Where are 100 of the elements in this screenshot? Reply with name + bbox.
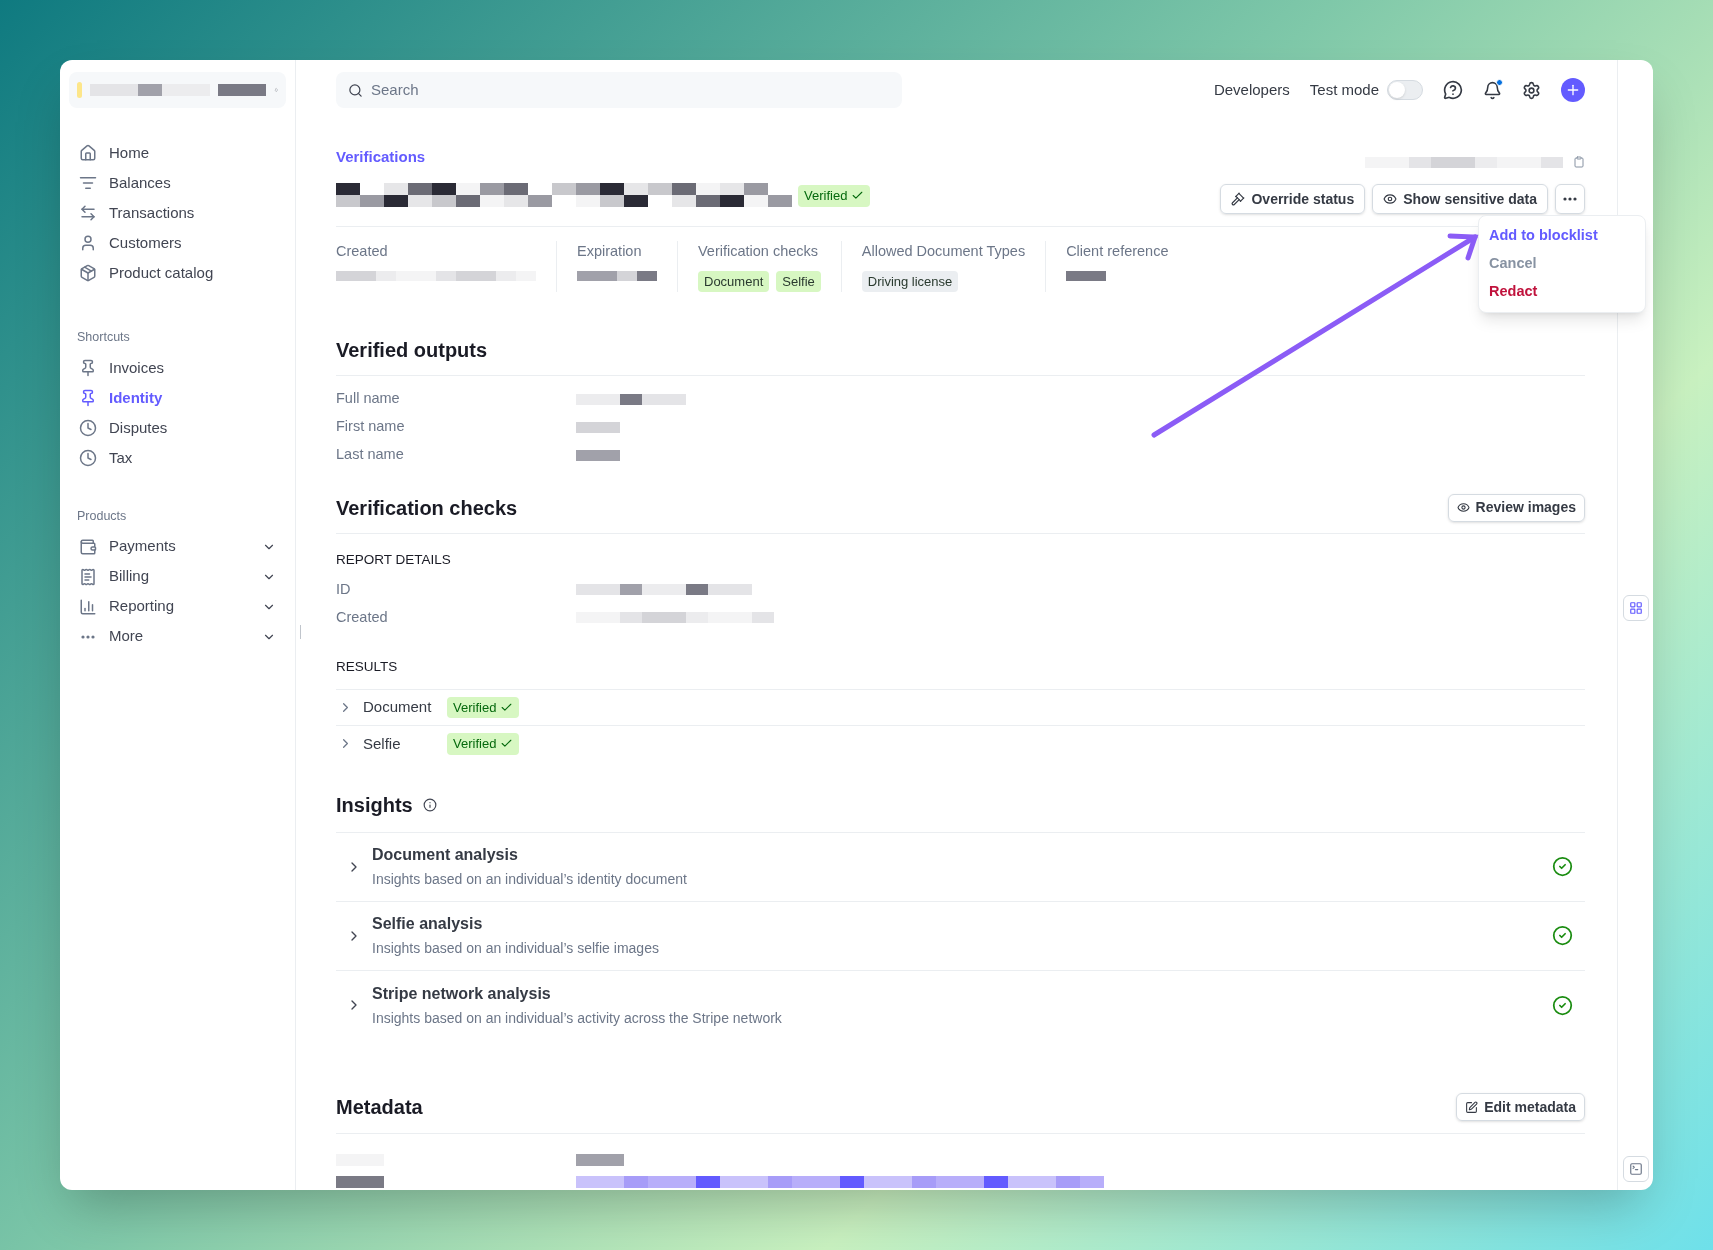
section-title: Metadata: [336, 1095, 423, 1121]
sidebar-item[interactable]: Identity: [69, 382, 286, 413]
field-label: Created: [336, 242, 389, 261]
search-icon: [348, 82, 363, 98]
review-images-button[interactable]: Review images: [1447, 493, 1585, 522]
result-row[interactable]: Document Verified: [336, 689, 1585, 726]
insight-title: Selfie analysis: [372, 914, 484, 935]
sidebar-item[interactable]: Payments: [69, 531, 286, 562]
field-label: Client reference: [1066, 242, 1169, 261]
verified-badge: Verified: [447, 733, 520, 755]
show-sensitive-data-button[interactable]: Show sensitive data: [1372, 184, 1548, 214]
box-icon: [79, 264, 97, 282]
sidebar-item[interactable]: Tax: [69, 442, 286, 473]
clock-icon: [79, 418, 97, 437]
field-label: Verification checks: [698, 242, 820, 261]
list-icon: [79, 174, 97, 192]
settings-icon[interactable]: [1522, 80, 1541, 100]
verified-badge: Verified: [798, 185, 871, 207]
field-label: Created: [336, 607, 389, 627]
more-button[interactable]: [1555, 184, 1585, 214]
result-name: Document: [363, 697, 433, 717]
developers-link[interactable]: Developers: [1213, 78, 1290, 102]
sidebar-item[interactable]: Transactions: [69, 198, 286, 228]
pin-icon: [79, 388, 97, 407]
redacted-text: [217, 84, 266, 96]
sidebar-item[interactable]: More: [69, 621, 286, 652]
redacted-text: [336, 1175, 384, 1188]
subsection-title: REPORT DETAILS: [336, 551, 452, 570]
bar-chart-icon: [79, 597, 97, 616]
insight-row[interactable]: Document analysis Insights based on an individual’s identity document: [336, 832, 1585, 902]
redacted-text: [576, 449, 620, 461]
sidebar-item[interactable]: Invoices: [69, 352, 286, 383]
insight-row[interactable]: Stripe network analysis Insights based on an individual’s activity across the Stripe network: [336, 970, 1585, 1040]
tag: Document: [698, 270, 770, 293]
result-name: Selfie: [363, 733, 402, 754]
insight-description: Insights based on an individual’s selfie images: [372, 939, 659, 959]
notifications-icon[interactable]: [1483, 80, 1502, 100]
person-icon: [79, 234, 97, 252]
menu-item[interactable]: Add to blocklist: [1479, 222, 1645, 250]
eye-icon: [1383, 192, 1398, 206]
field-label: ID: [336, 579, 352, 599]
verified-badge: Verified: [447, 696, 520, 718]
terminal-icon: [1628, 1162, 1643, 1176]
account-switcher[interactable]: [69, 72, 286, 108]
clipboard-icon[interactable]: [1573, 156, 1585, 168]
account-logo: [77, 82, 82, 98]
field-label: Allowed Document Types: [861, 242, 1026, 261]
home-icon: [79, 144, 97, 162]
eye-icon: [1456, 501, 1470, 515]
field-label: Last name: [336, 445, 405, 465]
edit-metadata-button[interactable]: Edit metadata: [1456, 1093, 1585, 1122]
section-title: Insights: [336, 792, 413, 818]
apps-button[interactable]: [1622, 595, 1649, 621]
tag: Driving license: [861, 270, 959, 293]
sidebar-item[interactable]: Reporting: [69, 591, 286, 622]
result-row[interactable]: Selfie Verified: [336, 725, 1585, 762]
toggle-label: Test mode: [1309, 79, 1379, 100]
insight-row[interactable]: Selfie analysis Insights based on an individual’s selfie images: [336, 901, 1585, 971]
breadcrumb-link[interactable]: Verifications: [336, 146, 871, 169]
sidebar-item[interactable]: Disputes: [69, 412, 286, 443]
section-title: Verification checks: [336, 495, 518, 521]
insight-description: Insights based on an individual’s identity document: [372, 870, 687, 890]
receipt-icon: [79, 567, 97, 586]
plus-icon: [1565, 82, 1581, 98]
arrows-icon: [79, 204, 97, 222]
section-label: Shortcuts: [76, 329, 131, 346]
field-label: Full name: [336, 389, 401, 409]
redacted-text: [576, 421, 620, 433]
resize-handle[interactable]: [299, 625, 301, 639]
section-title: Verified outputs: [336, 337, 488, 363]
dots-icon: [1563, 197, 1577, 201]
info-icon[interactable]: [422, 797, 437, 812]
field-label: First name: [336, 417, 406, 437]
sidebar-item[interactable]: Product catalog: [69, 258, 286, 288]
insight-title: Stripe network analysis: [372, 983, 552, 1004]
help-icon[interactable]: [1443, 80, 1463, 100]
insight-title: Document analysis: [372, 845, 519, 866]
pin-icon: [79, 358, 97, 377]
sidebar-item[interactable]: Balances: [69, 168, 286, 198]
insight-description: Insights based on an individual’s activity across the Stripe network: [372, 1008, 782, 1028]
terminal-button[interactable]: [1622, 1156, 1649, 1182]
create-button[interactable]: [1561, 78, 1585, 102]
search-field[interactable]: Search: [336, 72, 902, 108]
test-mode-toggle[interactable]: [1387, 80, 1423, 100]
edit-icon: [1465, 1100, 1479, 1114]
sidebar-item[interactable]: Billing: [69, 561, 286, 592]
redacted-text: [1066, 270, 1107, 281]
gavel-icon: [1231, 192, 1246, 206]
wallet-icon: [79, 537, 97, 556]
menu-item[interactable]: Redact: [1479, 278, 1645, 306]
sidebar-item[interactable]: Customers: [69, 228, 286, 258]
override-status-button[interactable]: Override status: [1220, 184, 1366, 214]
subsection-title: RESULTS: [336, 657, 399, 676]
section-label: Products: [76, 507, 128, 525]
clock-icon: [79, 448, 97, 467]
grid-icon: [1628, 601, 1643, 615]
tag: Selfie: [776, 270, 821, 293]
search-input[interactable]: Search: [371, 78, 890, 102]
sidebar-item[interactable]: Home: [69, 138, 286, 168]
dots-icon: [81, 634, 95, 639]
